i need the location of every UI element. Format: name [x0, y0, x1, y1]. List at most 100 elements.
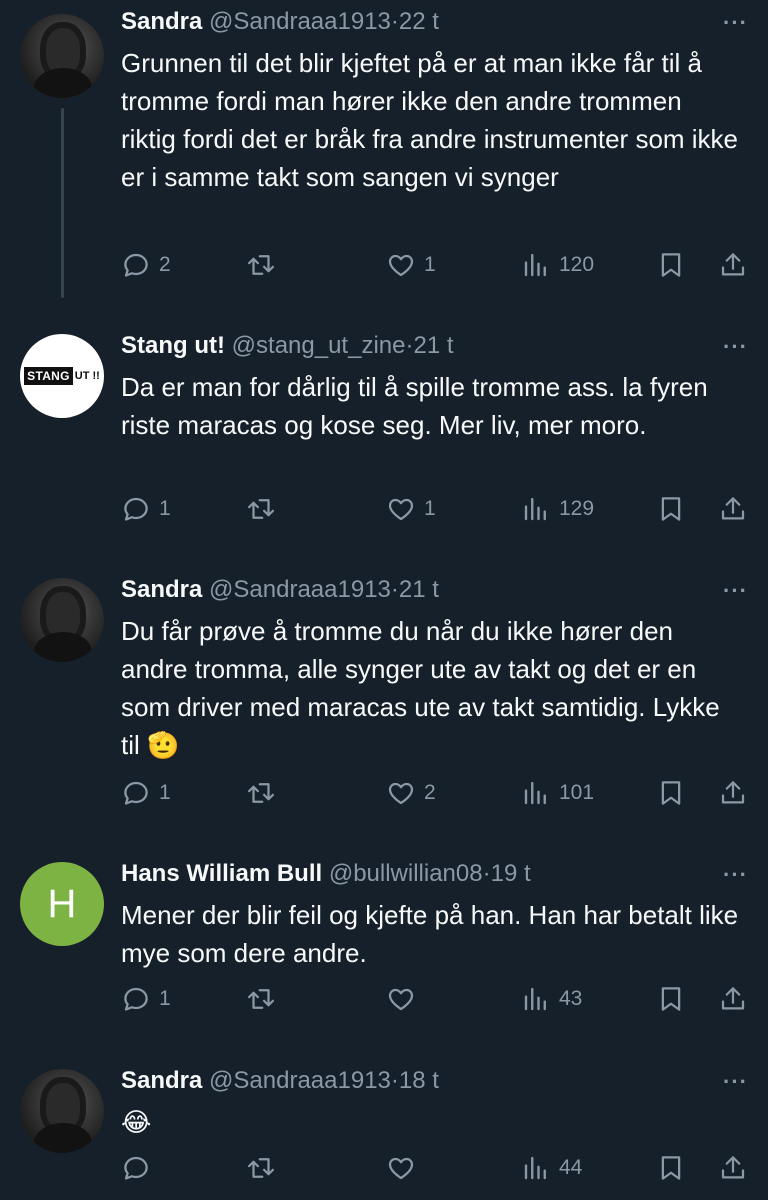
views-icon: [524, 253, 546, 277]
like-button[interactable]: 1: [386, 250, 436, 280]
retweet-button[interactable]: [246, 984, 284, 1014]
more-options-icon[interactable]: ···: [723, 10, 748, 36]
views-icon: [524, 1156, 546, 1180]
view-count: 129: [559, 497, 595, 520]
display-name[interactable]: Sandra: [121, 576, 202, 603]
timestamp[interactable]: 21 t: [399, 576, 439, 603]
share-button[interactable]: [718, 250, 748, 280]
timestamp[interactable]: 22 t: [399, 8, 439, 35]
separator-dot: ·: [390, 1067, 399, 1094]
user-handle[interactable]: @Sandraaa1913: [209, 576, 391, 603]
like-button[interactable]: 2: [386, 778, 436, 808]
display-name[interactable]: Hans William Bull: [121, 860, 322, 887]
tweet[interactable]: H Hans William Bull @bullwillian08·19 t …: [0, 848, 768, 1048]
heart-icon: [388, 498, 414, 521]
retweet-button[interactable]: [246, 494, 284, 524]
retweet-icon: [248, 1158, 274, 1178]
avatar[interactable]: [20, 14, 104, 98]
reply-icon: [124, 987, 148, 1011]
reply-button[interactable]: 1: [121, 494, 171, 524]
more-options-icon[interactable]: ···: [723, 862, 748, 888]
bookmark-icon: [661, 497, 681, 521]
share-button[interactable]: [718, 494, 748, 524]
reply-button[interactable]: 2: [121, 250, 171, 280]
bookmark-button[interactable]: [656, 250, 686, 280]
tweet[interactable]: STANG UT !! Stang ut! @stang_ut_zine·21 t…: [0, 320, 768, 550]
tweet[interactable]: Sandra @Sandraaa1913·18 t ··· 😂 44: [0, 1055, 768, 1200]
user-handle[interactable]: @Sandraaa1913: [209, 8, 391, 35]
like-count: 1: [424, 497, 436, 520]
like-button[interactable]: [386, 1153, 424, 1183]
reply-count: 1: [159, 497, 171, 520]
view-count: 101: [559, 781, 595, 804]
share-icon: [721, 253, 745, 276]
reply-count: 1: [159, 781, 171, 804]
tweet-text: Du får prøve å tromme du når du ikke hør…: [121, 616, 720, 760]
timestamp[interactable]: 18 t: [399, 1067, 439, 1094]
retweet-button[interactable]: [246, 778, 284, 808]
thread-line: [61, 108, 64, 298]
like-count: 2: [424, 781, 436, 804]
stang-ut-logo: STANG UT !!: [24, 367, 100, 385]
share-button[interactable]: [718, 984, 748, 1014]
views-button[interactable]: 129: [521, 494, 594, 524]
heart-icon: [388, 254, 414, 277]
tweet[interactable]: Sandra @Sandraaa1913·22 t ··· Grunnen ti…: [0, 0, 768, 305]
bookmark-button[interactable]: [656, 1153, 686, 1183]
more-options-icon[interactable]: ···: [723, 1069, 748, 1095]
tweet-actions: 2 1 120: [121, 250, 751, 286]
like-button[interactable]: 1: [386, 494, 436, 524]
more-options-icon[interactable]: ···: [723, 578, 748, 604]
views-button[interactable]: 120: [521, 250, 594, 280]
heart-icon: [388, 782, 414, 805]
heart-icon: [388, 988, 414, 1011]
user-handle[interactable]: @stang_ut_zine: [232, 332, 406, 359]
share-icon: [721, 497, 745, 520]
avatar[interactable]: STANG UT !!: [20, 334, 104, 418]
avatar[interactable]: [20, 578, 104, 662]
retweet-icon: [248, 499, 274, 519]
bookmark-button[interactable]: [656, 778, 686, 808]
bookmark-button[interactable]: [656, 494, 686, 524]
reply-button[interactable]: 1: [121, 778, 171, 808]
retweet-icon: [248, 783, 274, 803]
bookmark-icon: [661, 781, 681, 805]
tweet-actions: 1 1 129: [121, 494, 751, 530]
like-button[interactable]: [386, 984, 424, 1014]
retweet-button[interactable]: [246, 250, 284, 280]
tweet[interactable]: Sandra @Sandraaa1913·21 t ··· Du får prø…: [0, 564, 768, 834]
share-button[interactable]: [718, 1153, 748, 1183]
views-button[interactable]: 44: [521, 1153, 582, 1183]
retweet-icon: [248, 255, 274, 275]
separator-dot: ·: [390, 8, 399, 35]
display-name[interactable]: Stang ut!: [121, 332, 225, 359]
retweet-button[interactable]: [246, 1153, 284, 1183]
timestamp[interactable]: 19 t: [491, 860, 531, 887]
user-handle[interactable]: @Sandraaa1913: [209, 1067, 391, 1094]
views-button[interactable]: 101: [521, 778, 594, 808]
tweet-actions: 1 2 101: [121, 778, 751, 814]
reply-icon: [124, 781, 148, 805]
views-icon: [524, 497, 546, 521]
more-options-icon[interactable]: ···: [723, 334, 748, 360]
tweet-actions: 44: [121, 1153, 751, 1189]
display-name[interactable]: Sandra: [121, 8, 202, 35]
view-count: 44: [559, 1156, 583, 1179]
avatar[interactable]: [20, 1069, 104, 1153]
reply-button[interactable]: [121, 1153, 159, 1183]
share-button[interactable]: [718, 778, 748, 808]
bookmark-button[interactable]: [656, 984, 686, 1014]
views-icon: [524, 987, 546, 1011]
bookmark-icon: [661, 1156, 681, 1180]
display-name[interactable]: Sandra: [121, 1067, 202, 1094]
views-button[interactable]: 43: [521, 984, 582, 1014]
tweet-text: Grunnen til det blir kjeftet på er at ma…: [121, 48, 739, 192]
timestamp[interactable]: 21 t: [413, 332, 453, 359]
tweet-text: Mener der blir feil og kjefte på han. Ha…: [121, 900, 739, 968]
tweet-header: Sandra @Sandraaa1913·21 t: [121, 576, 439, 604]
share-icon: [721, 781, 745, 804]
avatar[interactable]: H: [20, 862, 104, 946]
reply-button[interactable]: 1: [121, 984, 171, 1014]
user-handle[interactable]: @bullwillian08: [329, 860, 483, 887]
reply-icon: [124, 497, 148, 521]
